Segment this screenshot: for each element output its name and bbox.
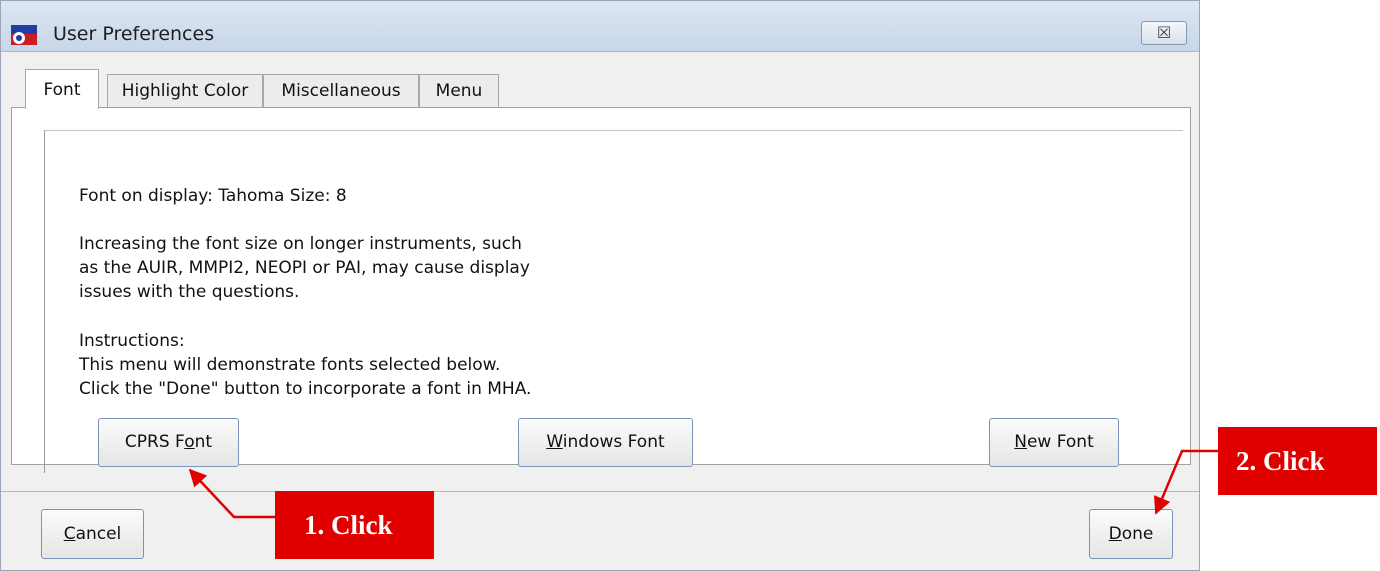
instructions-line: Click the "Done" button to incorporate a… xyxy=(79,379,532,399)
access-key: C xyxy=(63,524,76,544)
windows-font-button[interactable]: Windows Font xyxy=(518,418,693,467)
tab-highlight-color[interactable]: Highlight Color xyxy=(107,74,263,107)
instructions-line: This menu will demonstrate fonts selecte… xyxy=(79,355,501,375)
button-label: ew Font xyxy=(1026,432,1094,452)
step1-callout: 1. Click xyxy=(275,491,434,559)
instructions-heading: Instructions: xyxy=(79,331,185,351)
warning-line: issues with the questions. xyxy=(79,282,300,302)
button-label: ancel xyxy=(75,524,122,544)
access-key: N xyxy=(1014,432,1027,452)
tab-label: Menu xyxy=(435,81,483,101)
access-key: o xyxy=(184,432,195,452)
button-label: CPRS F xyxy=(124,432,185,452)
tab-font[interactable]: Font xyxy=(25,69,99,109)
user-preferences-dialog: User Preferences ☒ Font Highlight Color … xyxy=(0,0,1200,571)
font-info-text: Font on display: Tahoma Size: 8 xyxy=(79,186,347,206)
warning-line: as the AUIR, MMPI2, NEOPI or PAI, may ca… xyxy=(79,258,530,278)
tab-label: Highlight Color xyxy=(121,81,249,101)
tab-miscellaneous[interactable]: Miscellaneous xyxy=(263,74,419,107)
cprs-font-button[interactable]: CPRS Font xyxy=(98,418,239,467)
title-bar: User Preferences ☒ xyxy=(1,1,1199,52)
access-key: D xyxy=(1108,524,1122,544)
footer-divider xyxy=(1,491,1199,492)
close-button[interactable]: ☒ xyxy=(1141,21,1187,45)
step2-callout: 2. Click xyxy=(1218,427,1377,495)
done-button[interactable]: Done xyxy=(1089,509,1173,559)
close-icon: ☒ xyxy=(1156,23,1172,42)
access-key: W xyxy=(546,432,563,452)
tab-menu[interactable]: Menu xyxy=(419,74,499,107)
new-font-button[interactable]: New Font xyxy=(989,418,1119,467)
cancel-button[interactable]: Cancel xyxy=(41,509,144,559)
button-label: indows Font xyxy=(562,432,665,452)
warning-line: Increasing the font size on longer instr… xyxy=(79,234,522,254)
tab-label: Font xyxy=(43,80,81,100)
window-title: User Preferences xyxy=(53,23,215,45)
button-label: nt xyxy=(194,432,213,452)
app-icon xyxy=(11,25,37,45)
tab-label: Miscellaneous xyxy=(281,81,401,101)
button-label: one xyxy=(1121,524,1154,544)
